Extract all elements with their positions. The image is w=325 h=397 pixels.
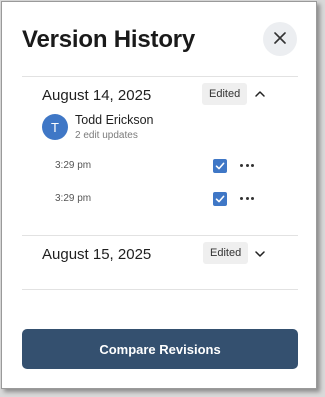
edited-badge: Edited (203, 242, 249, 264)
close-button[interactable] (263, 22, 297, 56)
compare-revisions-button[interactable]: Compare Revisions (22, 329, 298, 369)
revision-checkbox[interactable] (213, 159, 227, 173)
close-icon (274, 31, 286, 47)
avatar: T (42, 114, 68, 140)
edit-count: 2 edit updates (75, 130, 138, 141)
check-icon (215, 195, 225, 203)
revision-checkbox[interactable] (213, 192, 227, 206)
divider (22, 235, 298, 236)
edited-badge: Edited (202, 83, 248, 105)
revision-more-button[interactable] (240, 160, 254, 170)
more-dots-icon (240, 163, 243, 167)
collapse-group-button[interactable] (253, 87, 267, 101)
chevron-down-icon (255, 251, 265, 257)
chevron-up-icon (255, 91, 265, 97)
divider (22, 76, 298, 77)
revision-time: 3:29 pm (55, 193, 92, 204)
expand-group-button[interactable] (253, 247, 267, 261)
version-history-panel: Version History August 14, 2025 Edited T… (1, 1, 317, 389)
revision-time: 3:29 pm (55, 160, 92, 171)
revision-more-button[interactable] (240, 193, 254, 203)
version-group-date: August 14, 2025 (42, 87, 152, 104)
version-group-date: August 15, 2025 (42, 246, 152, 263)
more-dots-icon (240, 196, 243, 200)
divider (22, 289, 298, 290)
user-name: Todd Erickson (75, 113, 154, 127)
check-icon (215, 162, 225, 170)
panel-title: Version History (22, 26, 196, 53)
